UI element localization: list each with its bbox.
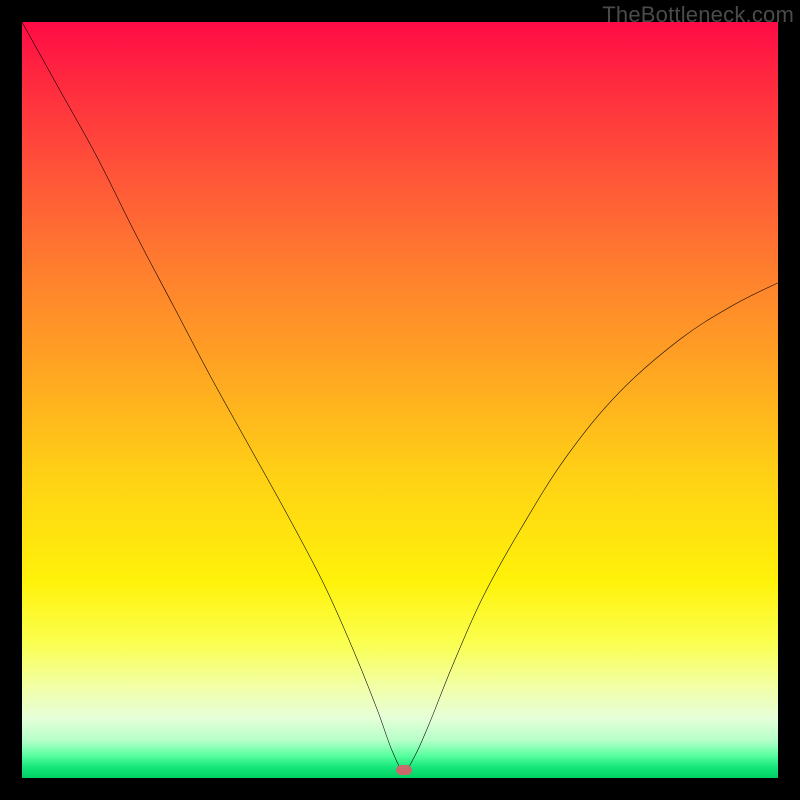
minimum-marker	[396, 765, 412, 775]
plot-area	[22, 22, 778, 778]
bottleneck-curve	[22, 22, 778, 770]
curve-svg	[22, 22, 778, 778]
chart-frame: TheBottleneck.com	[0, 0, 800, 800]
watermark-text: TheBottleneck.com	[602, 2, 794, 28]
